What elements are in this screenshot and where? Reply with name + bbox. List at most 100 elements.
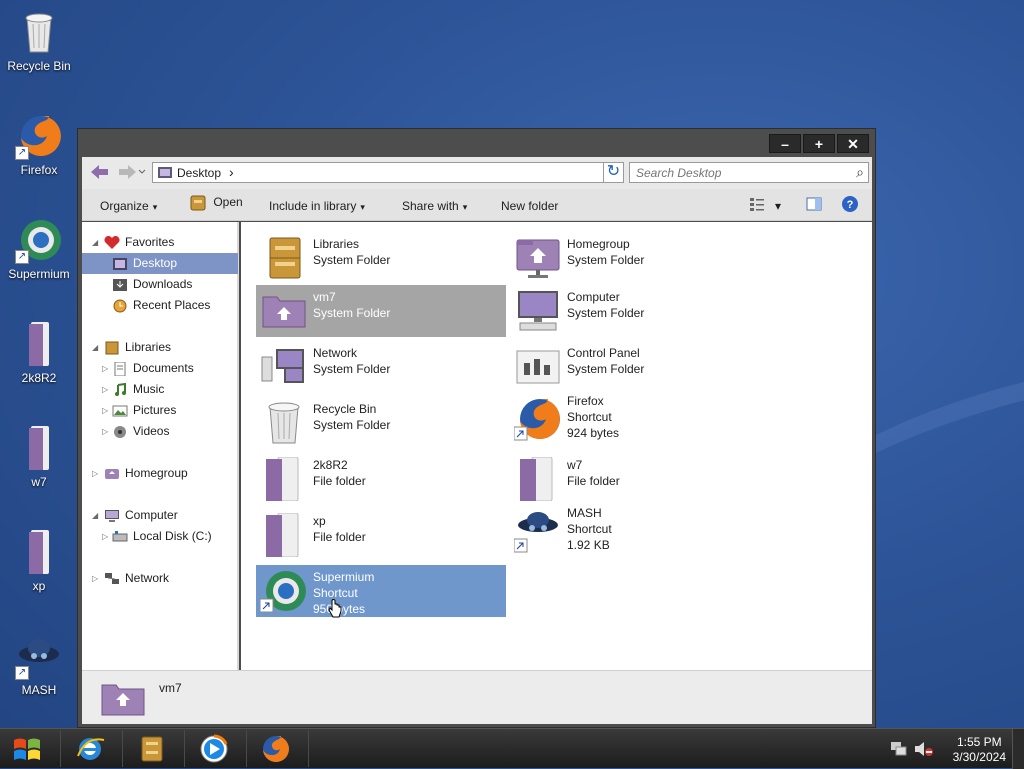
- organize-button[interactable]: Organize ▾: [100, 199, 157, 213]
- nav-label: Recent Places: [133, 298, 211, 312]
- expand-icon[interactable]: ▷: [92, 574, 98, 583]
- downloads-icon: [113, 278, 127, 291]
- help-icon: ?: [842, 196, 858, 212]
- nav-network[interactable]: Network: [104, 568, 169, 589]
- file-item[interactable]: Computer System Folder: [510, 285, 760, 337]
- file-item-hover[interactable]: Supermium Shortcut 950 bytes: [256, 565, 506, 618]
- nav-videos[interactable]: Videos: [112, 421, 169, 442]
- file-type: System Folder: [567, 253, 645, 267]
- file-item[interactable]: w7 File folder: [510, 453, 760, 505]
- preview-pane-button[interactable]: [806, 196, 822, 215]
- desktop-icon-w7[interactable]: w7: [2, 424, 76, 489]
- expand-icon[interactable]: ▷: [102, 364, 108, 373]
- share-with-button[interactable]: Share with ▾: [402, 199, 467, 213]
- desktop-icon-label: 2k8R2: [21, 371, 57, 385]
- nav-label: Local Disk (C:): [133, 529, 212, 543]
- maximize-button[interactable]: +: [803, 134, 835, 153]
- collapse-icon[interactable]: ◢: [92, 343, 98, 352]
- file-type: System Folder: [567, 362, 645, 376]
- show-desktop-button[interactable]: [1012, 729, 1024, 769]
- expand-icon[interactable]: ▷: [102, 427, 108, 436]
- include-in-library-button[interactable]: Include in library ▾: [269, 199, 365, 213]
- change-view-button[interactable]: [749, 196, 765, 215]
- nav-homegroup[interactable]: Homegroup: [104, 463, 188, 484]
- forward-button[interactable]: [118, 163, 146, 183]
- file-item[interactable]: 2k8R2 File folder: [256, 453, 506, 505]
- file-name: Computer: [567, 290, 620, 304]
- breadcrumb-desktop[interactable]: Desktop: [177, 166, 221, 180]
- file-type: File folder: [313, 530, 366, 544]
- taskbar-firefox[interactable]: [246, 730, 304, 767]
- desktop-icon: [113, 257, 127, 270]
- nav-downloads[interactable]: Downloads: [112, 274, 192, 295]
- view-dropdown[interactable]: ▾: [775, 199, 781, 213]
- close-button[interactable]: ✕: [837, 134, 869, 153]
- desktop-icon-label: MASH: [21, 683, 57, 697]
- expand-icon[interactable]: ▷: [102, 532, 108, 541]
- new-folder-button[interactable]: New folder: [501, 199, 558, 213]
- nav-desktop[interactable]: Desktop: [82, 253, 238, 274]
- file-item[interactable]: Homegroup System Folder: [510, 232, 760, 284]
- refresh-button[interactable]: ↻: [603, 162, 624, 183]
- libraries-icon: [260, 236, 308, 280]
- nav-documents[interactable]: Documents: [112, 358, 194, 379]
- taskbar-internet-explorer[interactable]: [60, 730, 118, 767]
- search-input[interactable]: [630, 163, 840, 182]
- folder-icon: [260, 512, 308, 558]
- nav-music[interactable]: Music: [112, 379, 164, 400]
- desktop-icon-xp[interactable]: xp: [2, 528, 76, 593]
- desktop-icon-firefox[interactable]: ↗ Firefox: [2, 112, 76, 177]
- open-button[interactable]: Open: [190, 195, 243, 211]
- nav-libraries[interactable]: Libraries: [104, 337, 171, 358]
- forward-arrow-icon: [119, 165, 146, 179]
- file-item[interactable]: Firefox Shortcut 924 bytes: [510, 389, 760, 441]
- file-name: vm7: [313, 290, 336, 304]
- file-type: Shortcut: [567, 522, 612, 536]
- search-box[interactable]: ⌕: [629, 162, 869, 183]
- file-item[interactable]: xp File folder: [256, 509, 506, 561]
- file-item[interactable]: Libraries System Folder: [256, 232, 506, 284]
- open-icon: [190, 195, 206, 211]
- file-item[interactable]: Network System Folder: [256, 341, 506, 393]
- collapse-icon[interactable]: ◢: [92, 238, 98, 247]
- folder-icon: [15, 528, 63, 576]
- file-item[interactable]: Recycle Bin System Folder: [256, 397, 506, 449]
- nav-computer[interactable]: Computer: [104, 505, 178, 526]
- system-clock[interactable]: 1:55 PM 3/30/2024: [953, 735, 1006, 765]
- breadcrumb-separator-icon[interactable]: ›: [229, 164, 234, 180]
- nav-recent-places[interactable]: Recent Places: [112, 295, 210, 316]
- expand-icon[interactable]: ▷: [92, 469, 98, 478]
- expand-icon[interactable]: ▷: [102, 406, 108, 415]
- collapse-icon[interactable]: ◢: [92, 511, 98, 520]
- address-bar[interactable]: Desktop › ▼: [152, 162, 622, 183]
- computer-icon: [105, 509, 119, 522]
- recent-places-icon: [113, 299, 127, 313]
- network-tray-icon[interactable]: [890, 741, 908, 757]
- back-button[interactable]: [88, 163, 110, 183]
- chevron-down-icon: ▾: [152, 202, 158, 212]
- nav-label: Pictures: [133, 403, 177, 417]
- recycle-bin-icon: [260, 401, 308, 445]
- file-item[interactable]: MASH Shortcut 1.92 KB: [510, 501, 760, 553]
- volume-muted-icon[interactable]: [914, 741, 934, 757]
- taskbar-file-explorer[interactable]: [122, 730, 180, 767]
- nav-pictures[interactable]: Pictures: [112, 400, 176, 421]
- nav-local-disk[interactable]: Local Disk (C:): [112, 526, 212, 547]
- desktop-icon-2k8r2[interactable]: 2k8R2: [2, 320, 76, 385]
- file-item[interactable]: Control Panel System Folder: [510, 341, 760, 393]
- firefox-icon: [263, 736, 289, 762]
- file-item-selected[interactable]: vm7 System Folder: [256, 285, 506, 337]
- taskbar-media-player[interactable]: [184, 730, 242, 767]
- desktop-icon-recycle-bin[interactable]: Recycle Bin: [2, 8, 76, 73]
- minimize-button[interactable]: –: [769, 134, 801, 153]
- desktop-icon-mash[interactable]: ↗ MASH: [2, 632, 76, 697]
- desktop-icon-supermium[interactable]: ↗ Supermium: [2, 216, 76, 281]
- file-type: System Folder: [313, 418, 391, 432]
- nav-favorites[interactable]: Favorites: [104, 232, 174, 253]
- folder-icon: [15, 320, 63, 368]
- help-button[interactable]: ?: [841, 195, 859, 216]
- folder-icon: [260, 456, 308, 502]
- search-icon[interactable]: ⌕: [856, 164, 864, 181]
- expand-icon[interactable]: ▷: [102, 385, 108, 394]
- start-button[interactable]: [0, 730, 58, 767]
